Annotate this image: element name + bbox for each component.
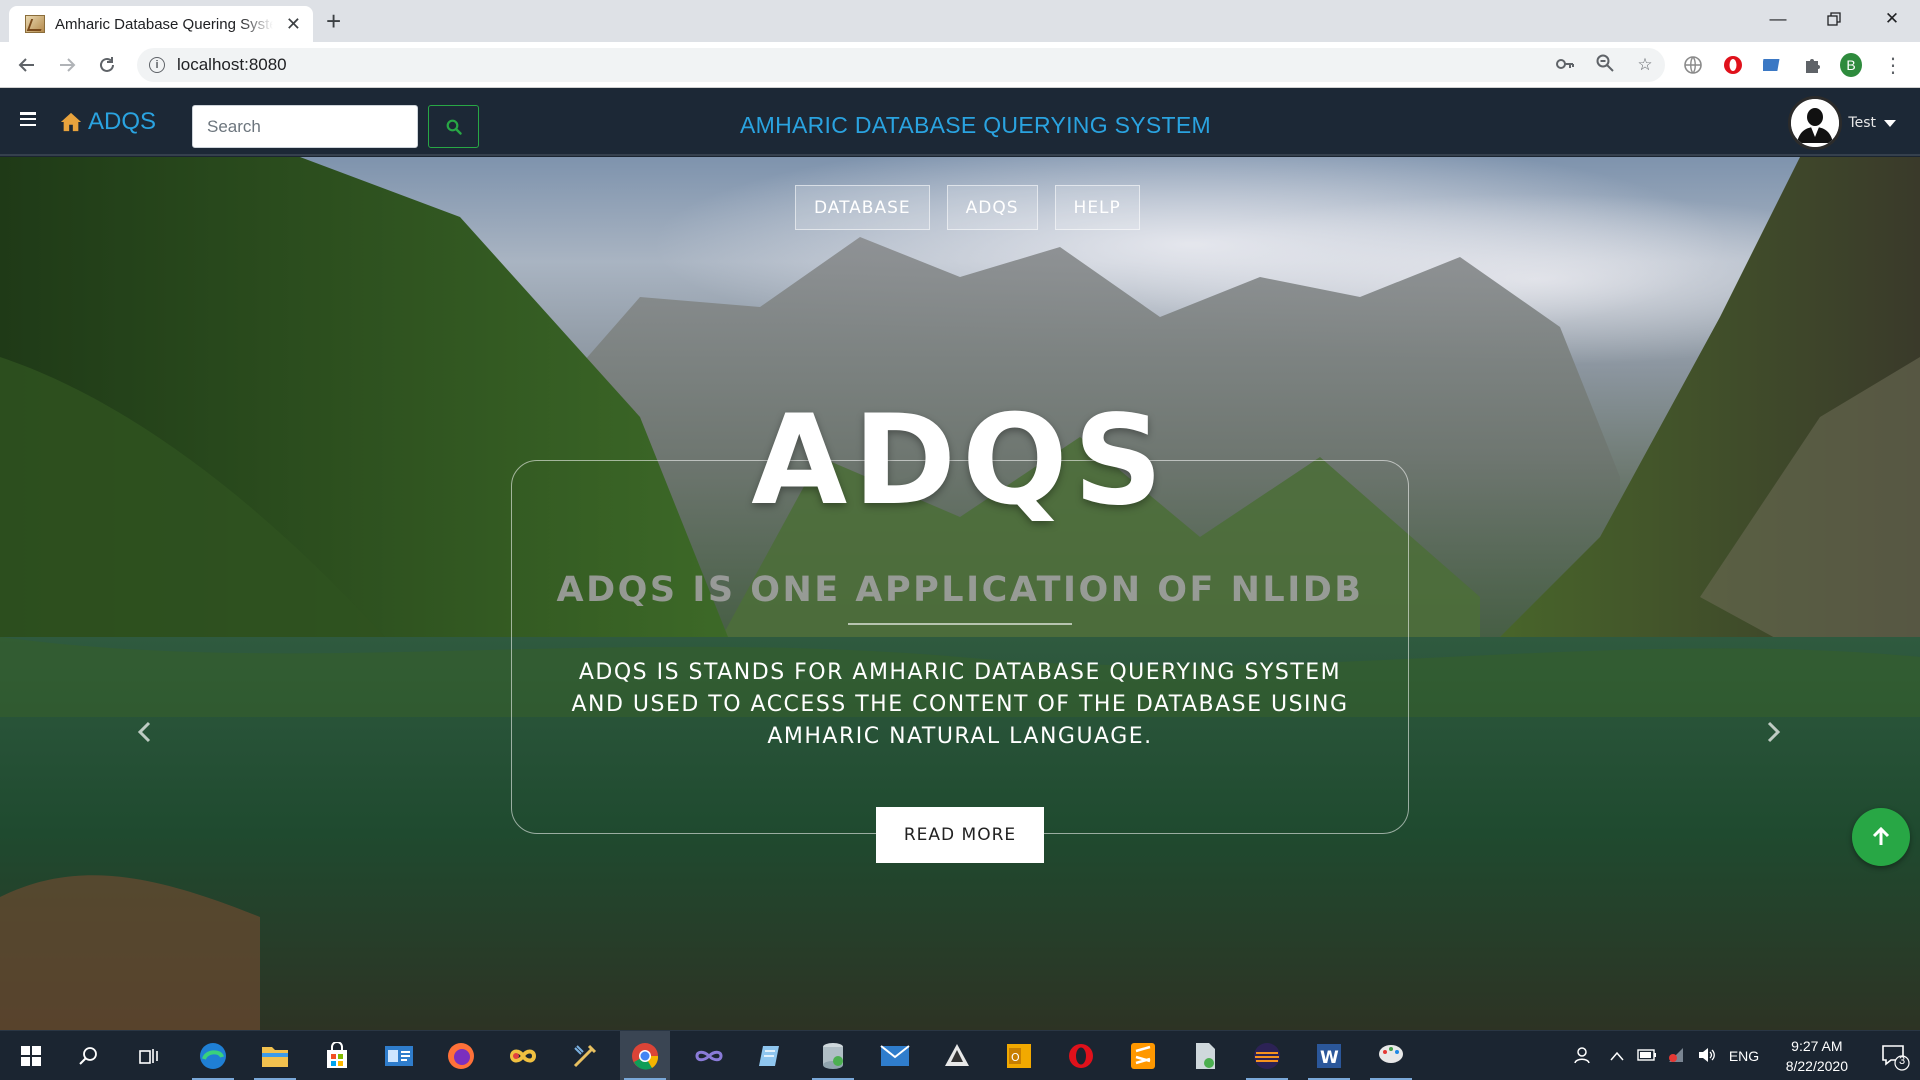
caret-down-icon <box>1884 119 1896 127</box>
store-icon[interactable] <box>312 1031 362 1080</box>
database-app-icon[interactable] <box>808 1031 858 1080</box>
close-tab-icon[interactable]: ✕ <box>286 14 301 35</box>
search-button[interactable] <box>428 105 479 148</box>
tab-title: Amharic Database Quering System <box>55 15 273 33</box>
extensions-puzzle-icon[interactable] <box>1802 54 1824 76</box>
user-name: Test <box>1848 115 1876 131</box>
brand-label: ADQS <box>88 108 157 135</box>
key-icon[interactable] <box>1545 55 1585 75</box>
svg-text:W: W <box>1320 1048 1339 1068</box>
browser-tabstrip: Amharic Database Quering System ✕ + — ✕ <box>0 0 1920 42</box>
home-icon <box>60 112 82 132</box>
arrow-up-icon <box>1872 827 1890 845</box>
carousel-prev-icon[interactable] <box>132 712 156 752</box>
search-input[interactable] <box>192 105 418 148</box>
inkscape-icon[interactable] <box>932 1031 982 1080</box>
mail-icon[interactable] <box>870 1031 920 1080</box>
profile-avatar[interactable]: B <box>1840 53 1862 77</box>
people-icon[interactable] <box>1562 1046 1602 1067</box>
svg-text:O: O <box>1011 1051 1020 1064</box>
menu-help-button[interactable]: HELP <box>1054 185 1140 230</box>
close-window-icon[interactable]: ✕ <box>1864 0 1920 38</box>
hero-subtitle: ADQS IS ONE APPLICATION OF NLIDB <box>556 570 1364 610</box>
task-view-icon[interactable] <box>124 1031 174 1080</box>
network-icon[interactable] <box>1662 1047 1692 1066</box>
outlook-icon[interactable]: O <box>994 1031 1044 1080</box>
opera-extension-icon[interactable] <box>1722 54 1744 76</box>
outlook-contacts-icon[interactable] <box>374 1031 424 1080</box>
forward-icon[interactable] <box>52 50 82 80</box>
chevron-up-icon[interactable] <box>1602 1048 1632 1064</box>
carousel-next-icon[interactable] <box>1762 712 1786 752</box>
paint-icon[interactable] <box>1366 1031 1416 1080</box>
reload-icon[interactable] <box>92 50 122 80</box>
notepad-icon[interactable] <box>746 1031 796 1080</box>
menu-database-button[interactable]: DATABASE <box>795 185 930 230</box>
profile-initial: B <box>1840 53 1862 77</box>
os-taskbar: O W ENG 9:27 AM 8/22/2020 3 <box>0 1030 1920 1080</box>
eclipse-icon[interactable] <box>1242 1031 1292 1080</box>
hamburger-menu-icon[interactable] <box>20 112 36 126</box>
windows-start-icon[interactable] <box>6 1031 56 1080</box>
scroll-to-top-button[interactable] <box>1852 808 1910 866</box>
battery-icon[interactable] <box>1632 1048 1662 1064</box>
restore-icon[interactable] <box>1806 0 1862 38</box>
hero-title: ADQS <box>751 389 1169 533</box>
vs-code-loop-icon[interactable] <box>684 1031 734 1080</box>
site-favicon-icon <box>25 15 45 33</box>
menu-adqs-button[interactable]: ADQS <box>946 185 1038 230</box>
database-file-icon[interactable] <box>1180 1031 1230 1080</box>
brand-link[interactable]: ADQS <box>60 108 156 136</box>
clock[interactable]: 9:27 AM 8/22/2020 <box>1786 1036 1848 1076</box>
notification-count: 3 <box>1898 1055 1906 1067</box>
hero-menu: DATABASE ADQS HELP <box>795 185 1140 230</box>
window-extension-icon[interactable] <box>1762 54 1784 76</box>
opera-browser-icon[interactable] <box>1056 1031 1106 1080</box>
site-info-icon[interactable]: i <box>149 57 165 73</box>
edge-browser-icon[interactable] <box>188 1031 238 1080</box>
user-menu[interactable]: Test <box>1788 96 1896 150</box>
address-bar[interactable]: i localhost:8080 ☆ <box>137 48 1665 82</box>
sublime-text-icon[interactable] <box>1118 1031 1168 1080</box>
zoom-icon[interactable] <box>1585 54 1625 77</box>
new-tab-icon[interactable]: + <box>326 8 341 34</box>
chrome-icon[interactable] <box>620 1031 670 1080</box>
language-indicator[interactable]: ENG <box>1722 1048 1766 1064</box>
hero-carousel: DATABASE ADQS HELP ADQS ADQS IS ONE APPL… <box>0 157 1920 1030</box>
read-more-button[interactable]: READ MORE <box>876 807 1044 863</box>
url-text[interactable]: localhost:8080 <box>177 55 287 75</box>
infinity-app-icon[interactable] <box>498 1031 548 1080</box>
file-explorer-icon[interactable] <box>250 1031 300 1080</box>
back-icon[interactable] <box>12 50 42 80</box>
minimize-icon[interactable]: — <box>1750 0 1806 38</box>
avatar <box>1788 96 1843 150</box>
browser-toolbar: i localhost:8080 ☆ B ⋮ <box>0 42 1920 88</box>
search-icon <box>446 119 462 135</box>
globe-extension-icon[interactable] <box>1682 54 1704 76</box>
bookmark-star-icon[interactable]: ☆ <box>1625 55 1665 75</box>
app-navbar: ADQS AMHARIC DATABASE QUERYING SYSTEM Te… <box>0 88 1920 156</box>
taskbar-search-icon[interactable] <box>64 1031 114 1080</box>
clock-time: 9:27 AM <box>1791 1038 1843 1054</box>
clock-date: 8/22/2020 <box>1785 1058 1848 1074</box>
volume-icon[interactable] <box>1692 1047 1722 1066</box>
firefox-icon[interactable] <box>436 1031 486 1080</box>
hero-description: ADQS IS STANDS FOR AMHARIC DATABASE QUER… <box>571 660 1349 749</box>
browser-menu-icon[interactable]: ⋮ <box>1882 54 1904 77</box>
tools-app-icon[interactable] <box>560 1031 610 1080</box>
word-icon[interactable]: W <box>1304 1031 1354 1080</box>
app-title: AMHARIC DATABASE QUERYING SYSTEM <box>740 112 1211 138</box>
notification-center-icon[interactable]: 3 <box>1880 1041 1910 1071</box>
browser-tab[interactable]: Amharic Database Quering System ✕ <box>9 6 313 42</box>
divider <box>848 623 1072 625</box>
